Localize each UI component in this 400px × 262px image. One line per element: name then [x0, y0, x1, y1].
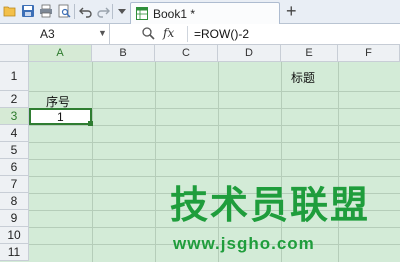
insert-function-button[interactable]: fx	[163, 26, 174, 40]
row-header-1[interactable]: 1	[0, 62, 29, 91]
toolbar-separator	[74, 4, 75, 19]
row-header-10[interactable]: 10	[0, 227, 29, 244]
name-box[interactable]: A3 ▼	[0, 24, 110, 44]
row-header-2[interactable]: 2	[0, 91, 29, 108]
column-header-f[interactable]: F	[338, 45, 400, 62]
column-header-e[interactable]: E	[281, 45, 338, 62]
formula-divider	[187, 26, 188, 42]
row-header-11[interactable]: 11	[0, 244, 29, 261]
tab-title: Book1 *	[153, 7, 196, 21]
column-header-c[interactable]: C	[155, 45, 218, 62]
undo-icon[interactable]	[79, 4, 93, 18]
open-folder-icon[interactable]	[3, 4, 17, 18]
row-header-4[interactable]: 4	[0, 125, 29, 142]
column-header-b[interactable]: B	[92, 45, 155, 62]
watermark-title: 技术员联盟	[170, 185, 371, 227]
grid-line	[29, 91, 400, 92]
row-header-6[interactable]: 6	[0, 159, 29, 176]
row-header-3[interactable]: 3	[0, 108, 29, 125]
cell-a3: 1	[57, 110, 64, 124]
watermark-url: www.jsgho.com	[173, 234, 315, 253]
grid-line	[155, 62, 156, 262]
grid-line	[29, 125, 400, 126]
row-header-8[interactable]: 8	[0, 193, 29, 210]
formula-bar: A3 ▼ fx =ROW()-2	[0, 24, 400, 45]
fill-handle[interactable]	[88, 121, 93, 126]
print-preview-icon[interactable]	[57, 4, 71, 18]
toolbar-separator	[112, 4, 113, 19]
formula-input[interactable]: =ROW()-2	[194, 27, 249, 41]
spreadsheet-icon	[136, 7, 148, 20]
select-all-corner[interactable]	[0, 45, 29, 62]
tab-book1[interactable]: Book1 *	[130, 2, 280, 24]
grid-line	[29, 176, 400, 177]
row-header-7[interactable]: 7	[0, 176, 29, 193]
row-header-9[interactable]: 9	[0, 210, 29, 227]
active-cell-a3[interactable]: 1	[29, 108, 92, 125]
grid-line	[338, 62, 339, 262]
name-box-value: A3	[40, 27, 55, 41]
grid-line	[29, 142, 400, 143]
grid-line	[29, 159, 400, 160]
print-icon[interactable]	[39, 4, 53, 18]
redo-icon[interactable]	[96, 4, 110, 18]
chevron-down-icon[interactable]: ▼	[98, 28, 107, 38]
grid-line	[92, 62, 93, 262]
quick-access-toolbar: Book1 * +	[0, 0, 400, 24]
column-header-d[interactable]: D	[218, 45, 281, 62]
row-header-5[interactable]: 5	[0, 142, 29, 159]
save-icon[interactable]	[21, 4, 35, 18]
new-tab-button[interactable]: +	[286, 1, 297, 22]
column-header-a[interactable]: A	[29, 45, 92, 62]
grid-line	[29, 227, 400, 228]
cell-e1[interactable]: 标题	[291, 69, 315, 86]
dropdown-icon[interactable]	[115, 4, 129, 18]
grid-line	[281, 62, 282, 262]
zoom-icon[interactable]	[141, 26, 156, 41]
grid-line	[218, 62, 219, 262]
